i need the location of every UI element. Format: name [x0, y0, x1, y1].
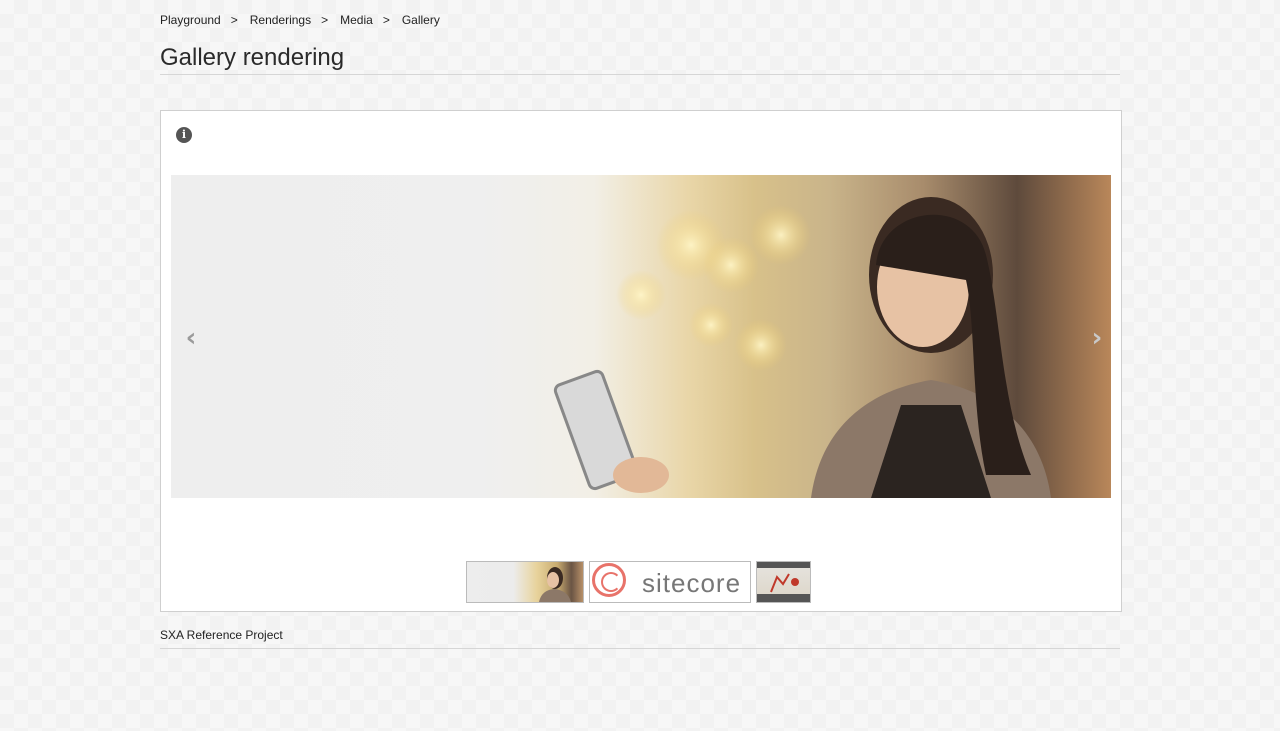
- page-title: Gallery rendering: [160, 44, 1120, 75]
- breadcrumb-separator: >: [382, 13, 390, 27]
- breadcrumb: Playground > Renderings > Media > Galler…: [160, 13, 440, 27]
- chevron-left-icon[interactable]: ‹: [179, 323, 203, 353]
- sitecore-logo-text: sitecore: [642, 568, 742, 598]
- gallery-slide-image: [171, 175, 1111, 498]
- thumbnail-photo: [539, 567, 571, 602]
- breadcrumb-item-media[interactable]: Media: [340, 13, 373, 27]
- info-icon[interactable]: i: [176, 127, 192, 143]
- thumbnail-strip: sitecore: [466, 561, 811, 603]
- chevron-right-icon[interactable]: ›: [1085, 323, 1109, 353]
- thumbnail-sitecore-logo[interactable]: sitecore: [589, 561, 751, 603]
- thumbnail-woman-tablet[interactable]: [466, 561, 584, 603]
- slide-photo: [553, 197, 1051, 498]
- sitecore-logo-icon: [592, 563, 626, 597]
- thumbnail-photo: [770, 573, 799, 593]
- breadcrumb-item-playground[interactable]: Playground: [160, 13, 221, 27]
- breadcrumb-item-renderings[interactable]: Renderings: [250, 13, 311, 27]
- breadcrumb-separator: >: [321, 13, 329, 27]
- footer-project-name: SXA Reference Project: [160, 628, 1120, 649]
- gallery-container: i ‹ › sitecore: [160, 110, 1122, 612]
- thumbnail-presentation[interactable]: [756, 561, 811, 603]
- breadcrumb-item-gallery[interactable]: Gallery: [402, 13, 440, 27]
- breadcrumb-separator: >: [230, 13, 238, 27]
